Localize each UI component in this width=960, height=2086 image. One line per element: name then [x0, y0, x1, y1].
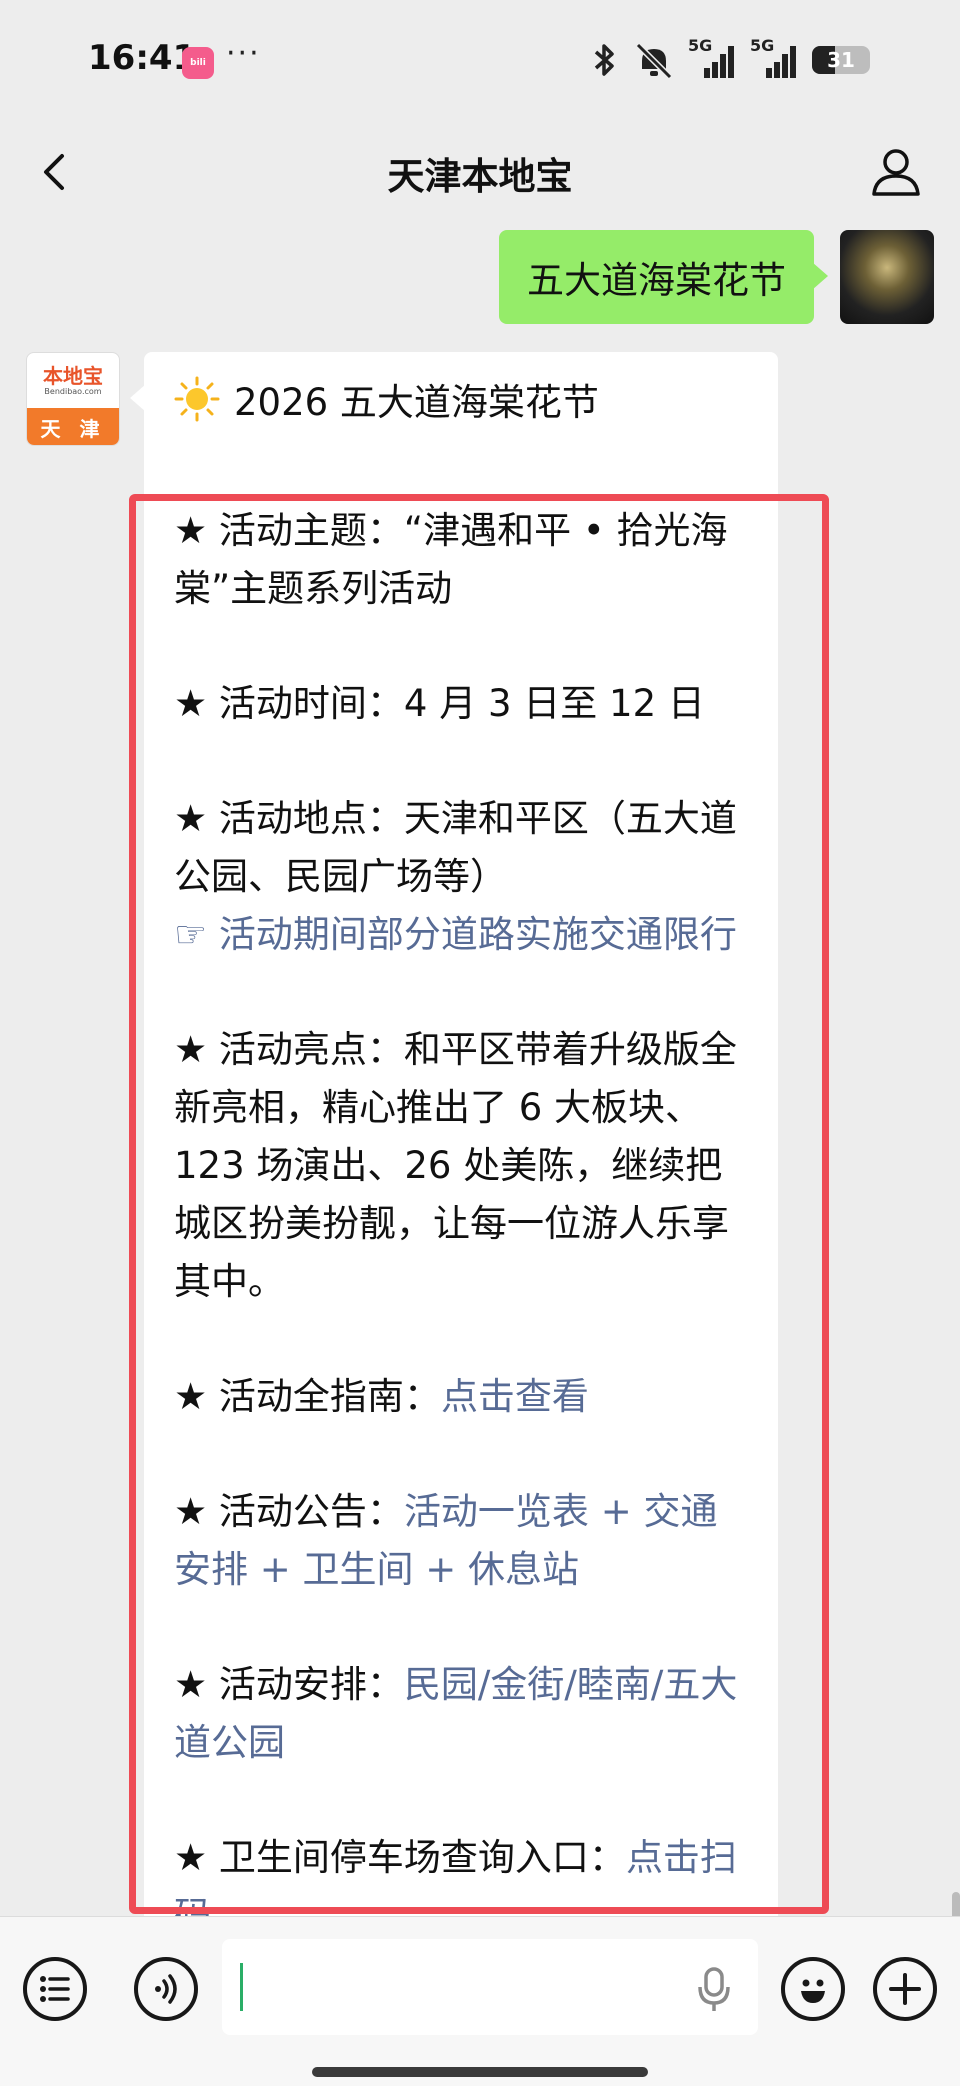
- user-avatar[interactable]: [840, 230, 934, 324]
- bluetooth-icon: [594, 44, 614, 76]
- mute-icon: [635, 42, 673, 79]
- battery-icon: 31: [812, 46, 870, 74]
- more-plus-button[interactable]: [873, 1957, 937, 2021]
- user-message-bubble[interactable]: 五大道海棠花节: [499, 230, 828, 324]
- highlights-line: ★ 活动亮点：和平区带着升级版全新亮相，精心推出了 6 大板块、123 场演出、…: [174, 1028, 737, 1303]
- sun-icon: [174, 376, 220, 422]
- chat-area[interactable]: 五大道海棠花节 本地宝 Bendibao.com 天 津 2026 五大道海棠花…: [0, 226, 960, 1916]
- guide-link[interactable]: 点击查看: [441, 1375, 589, 1418]
- arrangement-label: ★ 活动安排：: [174, 1663, 404, 1706]
- home-indicator[interactable]: [312, 2067, 648, 2077]
- signal-bars-icon: [766, 46, 796, 78]
- message-input[interactable]: [222, 1939, 758, 2035]
- message-heading: 2026 五大道海棠花节: [174, 366, 599, 432]
- location-block: ★ 活动地点：天津和平区（五大道公园、民园广场等） ☞ 活动期间部分道路实施交通…: [174, 790, 754, 964]
- message-body: ★ 活动主题：“津遇和平 • 拾光海棠”主题系列活动 ★ 活动时间：4 月 3 …: [174, 502, 754, 1916]
- voice-icon: [155, 1974, 177, 2004]
- status-indicators: 5G 5G 31: [590, 36, 870, 80]
- bilibili-app-icon: bili: [182, 47, 214, 79]
- bot-avatar-domain: Bendibao.com: [44, 386, 102, 396]
- chat-header: 天津本地宝: [0, 118, 960, 226]
- emoji-icon: [801, 1979, 825, 2003]
- scrollbar[interactable]: [952, 1892, 960, 1916]
- status-time: 16:41: [88, 38, 197, 78]
- user-message-text: 五大道海棠花节: [527, 259, 786, 302]
- toilet-label: ★ 卫生间停车场查询入口：: [174, 1836, 626, 1879]
- guide-label: ★ 活动全指南：: [174, 1375, 441, 1418]
- battery-level: 31: [827, 48, 855, 72]
- status-bar: 16:41 bili ··· 5G 5G 31: [0, 0, 960, 118]
- bot-avatar-logo: 本地宝: [43, 363, 103, 388]
- bot-avatar-city: 天 津: [27, 408, 119, 445]
- bot-message-bubble[interactable]: 2026 五大道海棠花节 ★ 活动主题：“津遇和平 • 拾光海棠”主题系列活动 …: [130, 352, 778, 1916]
- notice-label: ★ 活动公告：: [174, 1490, 404, 1533]
- time-line: ★ 活动时间：4 月 3 日至 12 日: [174, 682, 705, 725]
- profile-icon[interactable]: [868, 144, 924, 200]
- more-notifications-icon: ···: [226, 36, 261, 71]
- plus-icon: [889, 1973, 921, 2005]
- page-title: 天津本地宝: [387, 155, 573, 198]
- theme-line: ★ 活动主题：“津遇和平 • 拾光海棠”主题系列活动: [174, 509, 728, 610]
- input-bar: [0, 1916, 960, 2086]
- arrangement-line: ★ 活动安排：民园/金街/睦南/五大道公园: [174, 1656, 754, 1772]
- signal-2: 5G: [750, 36, 798, 80]
- signal-bars-icon: [704, 46, 734, 78]
- heading-text: 2026 五大道海棠花节: [234, 381, 599, 424]
- microphone-icon[interactable]: [694, 1965, 734, 2013]
- guide-line: ★ 活动全指南：点击查看: [174, 1368, 754, 1426]
- location-line: ★ 活动地点：天津和平区（五大道公园、民园广场等）: [174, 797, 737, 898]
- signal-1: 5G: [688, 36, 736, 80]
- bot-avatar[interactable]: 本地宝 Bendibao.com 天 津: [26, 352, 120, 446]
- notice-line: ★ 活动公告：活动一览表 + 交通安排 + 卫生间 + 休息站: [174, 1483, 754, 1599]
- traffic-link[interactable]: ☞ 活动期间部分道路实施交通限行: [174, 906, 754, 964]
- emoji-button[interactable]: [781, 1957, 845, 2021]
- menu-list-icon: [40, 1976, 70, 2002]
- voice-input-button[interactable]: [134, 1957, 198, 2021]
- toilet-line: ★ 卫生间停车场查询入口：点击扫码: [174, 1829, 754, 1916]
- text-caret: [240, 1963, 243, 2011]
- menu-list-button[interactable]: [23, 1957, 87, 2021]
